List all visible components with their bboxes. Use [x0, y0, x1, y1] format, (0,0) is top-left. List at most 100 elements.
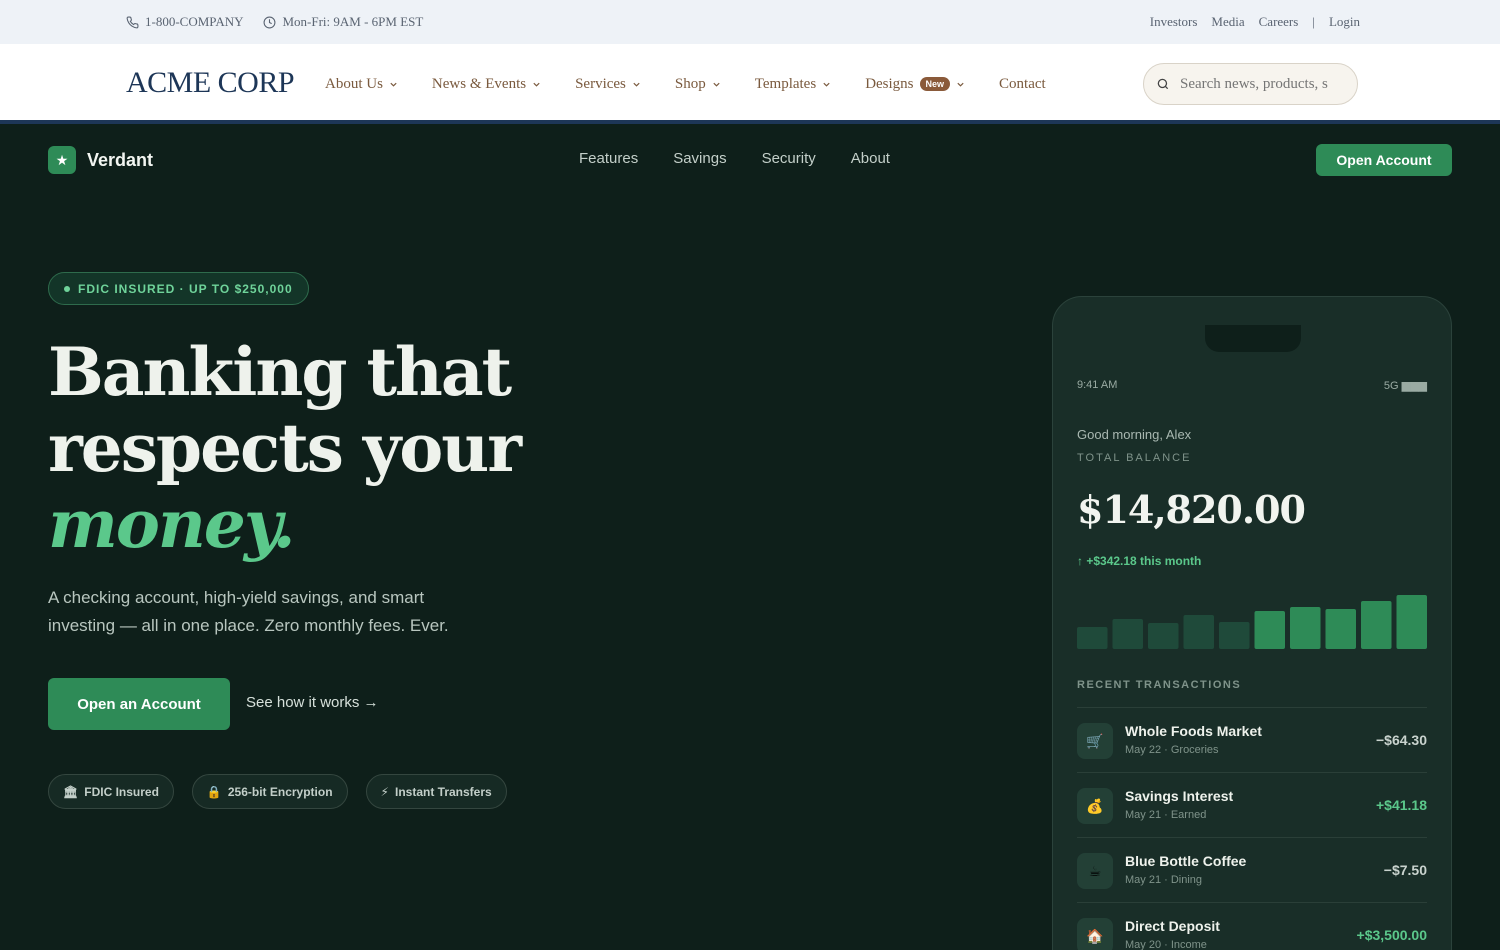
transaction-meta: May 22 · Groceries [1125, 744, 1219, 756]
nav-services[interactable]: Services [575, 76, 641, 93]
balance-bar [1183, 615, 1214, 649]
transaction-row[interactable]: 🛒 Whole Foods Market May 22 · Groceries … [1077, 707, 1427, 772]
chip-fdic: 🏛 FDIC Insured [48, 774, 174, 809]
transaction-amount: −$64.30 [1376, 732, 1427, 748]
open-an-account-button[interactable]: Open an Account [48, 678, 230, 730]
new-badge: New [919, 77, 951, 91]
media-link[interactable]: Media [1211, 14, 1244, 30]
verdant-logo[interactable]: ★ Verdant [48, 146, 153, 174]
transaction-meta: May 21 · Earned [1125, 809, 1207, 821]
investors-link[interactable]: Investors [1150, 14, 1198, 30]
phone-number: 1-800-COMPANY [145, 14, 244, 29]
phone-signal: 5G ▆▆▆ [1383, 380, 1427, 392]
transaction-row[interactable]: 💰 Savings Interest May 21 · Earned +$41.… [1077, 772, 1427, 837]
login-link[interactable]: Login [1329, 14, 1360, 30]
chip-label: FDIC Insured [84, 784, 159, 799]
phone-contact[interactable]: 1-800-COMPANY [126, 14, 243, 30]
transaction-amount: +$41.18 [1376, 797, 1427, 813]
balance-bar [1219, 622, 1250, 649]
nav-shop[interactable]: Shop [675, 76, 721, 93]
balance-bar [1325, 609, 1356, 649]
phone-time: 9:41 AM [1077, 379, 1118, 391]
chevron-down-icon [390, 82, 397, 87]
nav-templates[interactable]: Templates [755, 76, 831, 93]
balance-bar [1254, 611, 1285, 649]
hero-headline: Banking that respects your money. [48, 333, 522, 563]
feature-chips: 🏛 FDIC Insured 🔒 256-bit Encryption ⚡ Insta… [48, 774, 507, 809]
utility-bar: 1-800-COMPANY Mon-Fri: 9AM - 6PM EST Inv… [0, 0, 1500, 44]
lightning-icon: ⚡ [380, 784, 389, 799]
balance-bar [1077, 627, 1108, 649]
search-box[interactable] [1143, 63, 1358, 105]
house-icon: 🏠 [1077, 918, 1113, 950]
main-header: ACME CORP About Us News & Events Service… [0, 44, 1500, 124]
balance-bar [1112, 619, 1143, 649]
nav-label: Designs [865, 75, 914, 92]
headline-accent: money. [48, 485, 296, 563]
fdic-pill: FDIC INSURED · UP TO $250,000 [48, 272, 309, 305]
business-hours: Mon-Fri: 9AM - 6PM EST [263, 14, 423, 30]
main-nav: About Us News & Events Services Shop Tem… [325, 44, 1046, 124]
acme-logo[interactable]: ACME CORP [126, 66, 295, 100]
balance-bar [1361, 601, 1392, 649]
verdant-nav: ★ Verdant Features Savings Security Abou… [0, 128, 1500, 192]
headline-line-1: Banking that [48, 333, 512, 411]
careers-link[interactable]: Careers [1259, 14, 1299, 30]
chevron-down-icon [957, 82, 964, 87]
nav-label: News & Events [431, 75, 527, 92]
lock-icon: 🔒 [206, 784, 222, 799]
pill-dot [64, 285, 70, 292]
nav-designs[interactable]: Designs New [865, 76, 965, 93]
greeting: Good morning, Alex [1077, 427, 1192, 442]
headline-line-2: respects your [48, 409, 522, 487]
pill-text: FDIC INSURED · UP TO $250,000 [78, 281, 293, 296]
phone-mockup: 9:41 AM 5G ▆▆▆ Good morning, Alex TOTAL … [1052, 296, 1452, 950]
chip-label: Instant Transfers [394, 784, 492, 799]
search-icon [1157, 78, 1169, 90]
balance-bar [1290, 607, 1321, 649]
nav-about-us[interactable]: About Us [325, 76, 398, 93]
verdant-section: ★ Verdant Features Savings Security Abou… [0, 128, 1500, 950]
balance-label: TOTAL BALANCE [1077, 452, 1192, 464]
transactions-list: 🛒 Whole Foods Market May 22 · Groceries … [1077, 707, 1427, 950]
recent-transactions-label: RECENT TRANSACTIONS [1077, 679, 1242, 691]
nav-label: About Us [325, 75, 383, 92]
total-balance: $14,820.00 [1077, 487, 1306, 532]
transaction-row[interactable]: 🏠 Direct Deposit May 20 · Income +$3,500… [1077, 902, 1427, 950]
verdant-link-features[interactable]: Features [579, 150, 638, 167]
search-input[interactable] [1180, 75, 1340, 93]
nav-label: Contact [999, 75, 1046, 92]
transaction-name: Whole Foods Market [1125, 723, 1262, 739]
bank-icon: 🏛 [63, 784, 79, 799]
chevron-down-icon [533, 82, 540, 87]
transaction-row[interactable]: ☕ Blue Bottle Coffee May 21 · Dining −$7… [1077, 837, 1427, 902]
balance-bar [1148, 623, 1179, 649]
nav-news-events[interactable]: News & Events [432, 76, 541, 93]
transaction-meta: May 20 · Income [1125, 939, 1207, 950]
nav-label: Shop [674, 75, 706, 92]
nav-label: Templates [754, 75, 817, 92]
nav-contact[interactable]: Contact [999, 76, 1046, 93]
phone-icon [126, 16, 139, 28]
star-icon: ★ [48, 146, 76, 174]
balance-bar [1396, 595, 1427, 649]
open-account-button[interactable]: Open Account [1316, 144, 1452, 176]
see-how-it-works-link[interactable]: See how it works → [246, 694, 379, 711]
verdant-link-security[interactable]: Security [762, 150, 816, 167]
transaction-meta: May 21 · Dining [1125, 874, 1203, 886]
hero-subtitle: A checking account, high-yield savings, … [48, 588, 449, 635]
chevron-down-icon [823, 82, 830, 87]
balance-delta: ↑ +$342.18 this month [1077, 554, 1202, 568]
phone-notch [1205, 325, 1301, 352]
transaction-name: Direct Deposit [1125, 918, 1220, 934]
chip-transfers: ⚡ Instant Transfers [365, 774, 507, 809]
verdant-brand: Verdant [87, 149, 154, 170]
nav-label: Services [575, 75, 626, 92]
verdant-link-about[interactable]: About [851, 150, 890, 167]
money-bag-icon: 💰 [1077, 788, 1113, 824]
chip-encryption: 🔒 256-bit Encryption [191, 774, 348, 809]
coffee-icon: ☕ [1077, 853, 1113, 889]
verdant-link-savings[interactable]: Savings [673, 150, 726, 167]
clock-icon [264, 16, 276, 28]
chip-label: 256-bit Encryption [227, 784, 333, 799]
